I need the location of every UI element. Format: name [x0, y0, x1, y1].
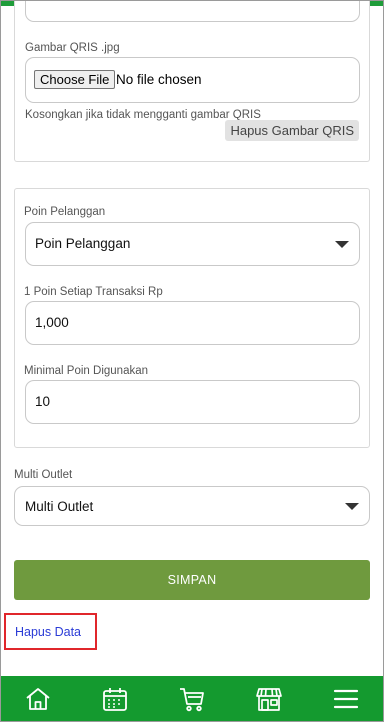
- qris-hint: Kosongkan jika tidak mengganti gambar QR…: [25, 109, 261, 121]
- bottom-nav: [0, 676, 384, 722]
- file-status-text: No file chosen: [116, 72, 202, 87]
- qris-file-input[interactable]: Choose File No file chosen: [25, 57, 360, 103]
- qris-card: Gambar QRIS .jpg Choose File No file cho…: [14, 0, 370, 162]
- delete-data-link[interactable]: Hapus Data: [15, 625, 81, 639]
- per-transaction-value: 1,000: [35, 315, 69, 330]
- nav-store[interactable]: [249, 679, 289, 719]
- nav-cart[interactable]: [172, 679, 212, 719]
- choose-file-button[interactable]: Choose File: [34, 70, 116, 89]
- delete-data-highlight: Hapus Data: [4, 613, 97, 650]
- outlet-value: Multi Outlet: [25, 499, 94, 514]
- outlet-select[interactable]: Multi Outlet: [14, 486, 370, 526]
- nav-home[interactable]: [18, 679, 58, 719]
- delete-qris-button[interactable]: Hapus Gambar QRIS: [225, 120, 359, 141]
- calendar-icon: [103, 688, 128, 711]
- chevron-down-icon: [335, 241, 349, 248]
- home-icon: [26, 688, 50, 710]
- minimum-points-input[interactable]: 10: [25, 380, 360, 424]
- outlet-label: Multi Outlet: [14, 469, 73, 481]
- previous-input-field[interactable]: [25, 0, 360, 22]
- nav-calendar[interactable]: [95, 679, 135, 719]
- points-card: Poin Pelanggan Poin Pelanggan 1 Poin Set…: [14, 188, 370, 448]
- store-icon: [255, 688, 282, 711]
- point-type-label: Poin Pelanggan: [24, 206, 106, 218]
- menu-icon: [333, 689, 358, 709]
- save-button[interactable]: SIMPAN: [14, 560, 370, 600]
- qris-label: Gambar QRIS .jpg: [25, 42, 120, 54]
- per-transaction-input[interactable]: 1,000: [25, 301, 360, 345]
- point-type-value: Poin Pelanggan: [35, 236, 131, 251]
- chevron-down-icon: [345, 503, 359, 510]
- point-type-select[interactable]: Poin Pelanggan: [25, 222, 360, 266]
- nav-menu[interactable]: [326, 679, 366, 719]
- minimum-points-value: 10: [35, 394, 51, 409]
- cart-icon: [179, 688, 204, 712]
- per-transaction-label: 1 Poin Setiap Transaksi Rp: [24, 286, 163, 298]
- minimum-points-label: Minimal Poin Digunakan: [24, 365, 149, 377]
